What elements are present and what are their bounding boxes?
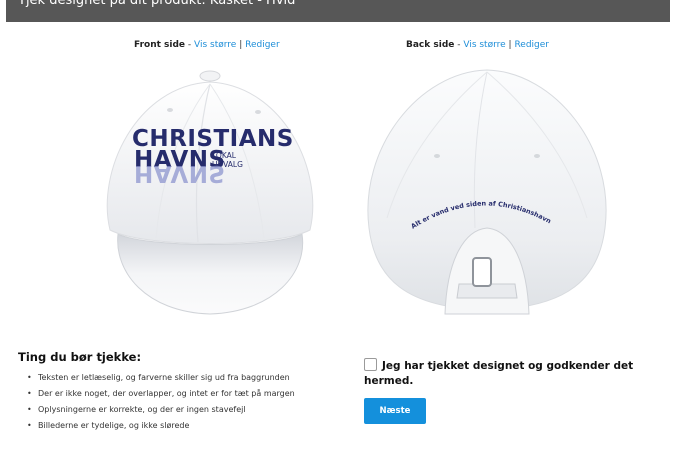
approval-checkbox-label: Jeg har tjekket designet og godkender de… [364,360,634,387]
list-item: • Teksten er letlæselig, og farverne skil… [18,372,318,383]
front-logo-mirror: HAVNS [134,160,226,186]
back-side-label: Back side - Vis større | Rediger [406,40,549,50]
front-side-title: Front side [134,40,186,50]
back-side-title: Back side [406,40,455,50]
checklist-section: Ting du bør tjekke: • Teksten er letlæsel… [18,350,318,436]
back-view-larger-link[interactable]: Vis større [463,40,505,50]
back-separator: - [454,40,464,50]
approval-checkbox-row[interactable]: Jeg har tjekket designet og godkender de… [364,358,664,389]
front-separator: - [185,40,195,50]
bullet-icon: • [27,373,32,382]
front-pipe: | [236,40,246,50]
page-title: Tjek designet på dit produkt: Kasket - H… [18,0,296,8]
bullet-icon: • [27,405,32,414]
bullet-icon: • [27,421,32,430]
back-cap-image[interactable]: Alt er vand ved siden af Christianshavn [349,58,625,320]
approval-section: Jeg har tjekket designet og godkender de… [364,358,664,424]
list-item-text: Oplysningerne er korrekte, og der er ing… [38,405,246,414]
list-item: • Oplysningerne er korrekte, og der er in… [18,404,318,415]
front-logo-small1: LOKAL [212,151,237,160]
checklist-list: • Teksten er letlæselig, og farverne skil… [18,372,318,431]
list-item: • Billederne er tydelige, og ikke slørede [18,420,318,431]
approval-checkbox[interactable] [364,358,377,371]
checklist-title: Ting du bør tjekke: [18,350,142,364]
list-item-text: Billederne er tydelige, og ikke slørede [38,421,190,430]
front-view-larger-link[interactable]: Vis større [194,40,236,50]
list-item-text: Der er ikke noget, der overlapper, og in… [38,389,295,398]
bullet-icon: • [27,389,32,398]
back-edit-link[interactable]: Rediger [514,40,549,50]
next-button[interactable]: Næste [364,398,426,424]
list-item: • Der er ikke noget, der overlapper, og i… [18,388,318,399]
front-cap-image[interactable]: CHRISTIANS HAVNS LOKAL UDVALG HAVNS [86,62,334,320]
header-bar: Tjek designet på dit produkt: Kasket - H… [6,0,670,22]
front-edit-link[interactable]: Rediger [245,40,280,50]
list-item-text: Teksten er letlæselig, og farverne skill… [38,373,290,382]
front-side-label: Front side - Vis større | Rediger [134,40,280,50]
